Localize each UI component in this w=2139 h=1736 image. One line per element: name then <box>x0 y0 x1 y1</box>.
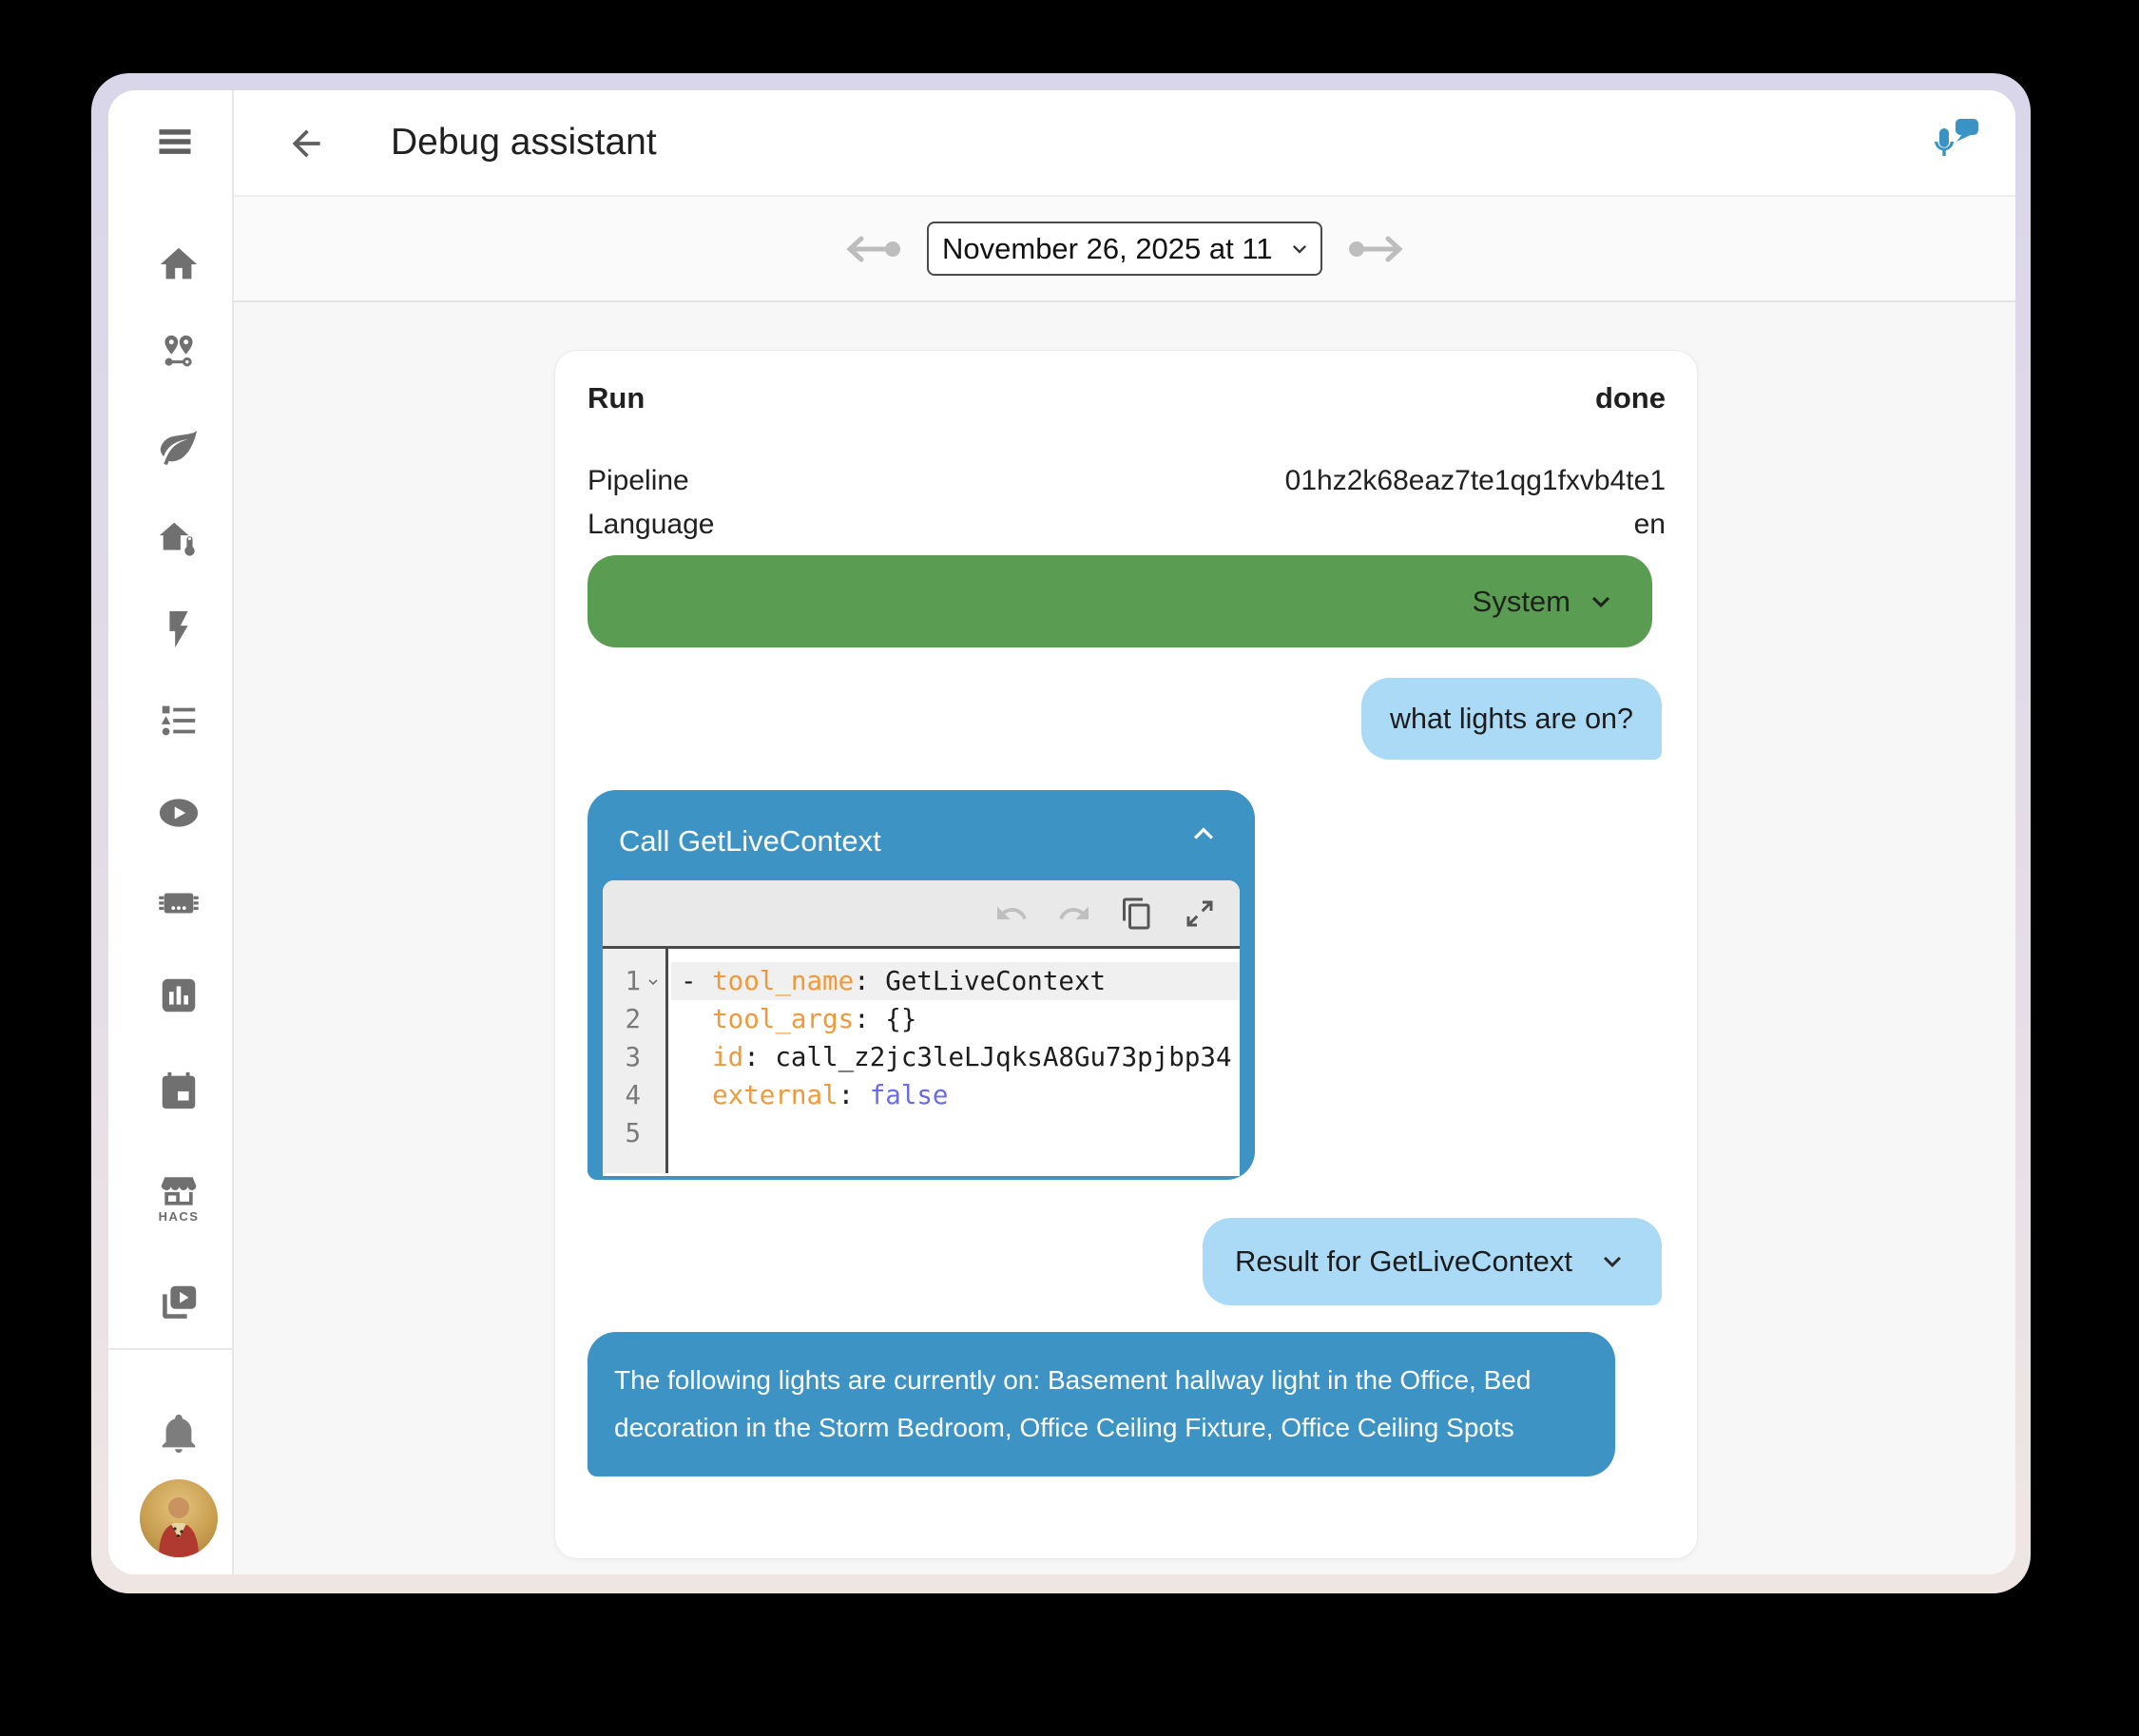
tool-call-title: Call GetLiveContext <box>619 824 881 858</box>
tool-result-label: Result for GetLiveContext <box>1235 1244 1572 1279</box>
voice-assistant-icon[interactable] <box>1928 117 1981 170</box>
screenshot-stage: HACS <box>0 0 2139 1736</box>
run-date-select[interactable]: November 26, 2025 at 11:28:50 <box>927 222 1322 276</box>
sidebar: HACS <box>108 90 234 1574</box>
run-card: Run done Pipeline 01hz2k68eaz7te1qg1fxvb… <box>554 350 1698 1559</box>
line-number: 5 <box>603 1114 641 1152</box>
line-number: 3 <box>603 1038 641 1076</box>
back-arrow-icon[interactable] <box>285 123 327 164</box>
chart-box-icon[interactable] <box>157 974 201 1017</box>
language-value: en <box>1634 509 1666 541</box>
line-number: 4 <box>603 1076 641 1114</box>
pipeline-value: 01hz2k68eaz7te1qg1fxvb4te1 <box>1285 465 1666 497</box>
app-window: HACS <box>108 90 2015 1574</box>
line-number: 1 <box>603 962 641 1000</box>
previous-run-icon[interactable] <box>845 234 906 264</box>
run-header-row: Run done <box>588 377 1666 419</box>
code-line: tool_args: {} <box>681 1000 916 1038</box>
copy-icon[interactable] <box>1120 897 1154 931</box>
flash-icon[interactable] <box>157 608 201 651</box>
leaf-icon[interactable] <box>157 425 201 469</box>
editor-gutter: 1 2 3 4 5 <box>603 949 668 1173</box>
tool-call-card: Call GetLiveContext <box>588 790 1255 1180</box>
hacs-label: HACS <box>149 1209 208 1224</box>
fold-chevron-icon[interactable] <box>645 974 662 991</box>
editor-body[interactable]: 1 2 3 4 5 - tool_name: GetLiveContext to… <box>603 949 1240 1173</box>
collapse-chevron-up-icon[interactable] <box>1185 815 1223 853</box>
main-column: Debug assistant <box>234 90 2015 1574</box>
pipeline-row: Pipeline 01hz2k68eaz7te1qg1fxvb4te1 <box>588 461 1666 501</box>
expand-icon[interactable] <box>1183 897 1217 931</box>
code-line: id: call_z2jc3leLJqksA8Gu73pjbp34 <box>681 1038 1232 1076</box>
code-line: - tool_name: GetLiveContext <box>681 962 1106 1000</box>
page-title: Debug assistant <box>391 122 657 164</box>
language-row: Language en <box>588 505 1666 545</box>
run-picker-row: November 26, 2025 at 11:28:50 <box>234 197 2015 302</box>
sidebar-bottom-section <box>108 1348 232 1574</box>
map-markers-icon[interactable] <box>157 333 201 376</box>
run-status: done <box>1595 381 1666 415</box>
redo-icon[interactable] <box>1057 897 1091 931</box>
user-avatar[interactable] <box>140 1479 218 1557</box>
user-message-bubble: what lights are on? <box>1361 678 1662 760</box>
pipeline-label: Pipeline <box>588 465 689 497</box>
system-prompt-bar[interactable]: System <box>588 555 1652 647</box>
next-run-icon[interactable] <box>1343 234 1404 264</box>
menu-icon[interactable] <box>154 121 196 163</box>
tool-result-bubble[interactable]: Result for GetLiveContext <box>1203 1218 1662 1305</box>
home-thermometer-icon[interactable] <box>157 517 201 561</box>
sidebar-item-home[interactable] <box>157 242 201 286</box>
notifications-bell-icon[interactable] <box>157 1411 201 1455</box>
language-label: Language <box>588 509 714 541</box>
chip-icon[interactable] <box>157 881 201 925</box>
hacs-store-icon[interactable]: HACS <box>149 1174 208 1224</box>
code-line: external: false <box>681 1076 949 1114</box>
window-frame: HACS <box>91 73 2031 1593</box>
chevron-down-icon <box>1595 1244 1629 1279</box>
assistant-message-bubble: The following lights are currently on: B… <box>588 1332 1615 1476</box>
undo-icon[interactable] <box>994 897 1029 931</box>
yaml-editor[interactable]: 1 2 3 4 5 - tool_name: GetLiveContext to… <box>603 880 1240 1176</box>
debug-content: Run done Pipeline 01hz2k68eaz7te1qg1fxvb… <box>234 302 2015 1574</box>
app-header: Debug assistant <box>234 90 2015 197</box>
line-number: 2 <box>603 1000 641 1038</box>
system-bar-label: System <box>1473 585 1571 619</box>
run-label: Run <box>588 381 645 415</box>
chevron-down-icon <box>1584 585 1618 619</box>
play-oval-icon[interactable] <box>157 791 201 835</box>
editor-toolbar <box>603 880 1240 949</box>
media-collection-icon[interactable] <box>157 1281 201 1324</box>
calendar-icon[interactable] <box>157 1069 201 1112</box>
list-icon[interactable] <box>157 699 201 743</box>
